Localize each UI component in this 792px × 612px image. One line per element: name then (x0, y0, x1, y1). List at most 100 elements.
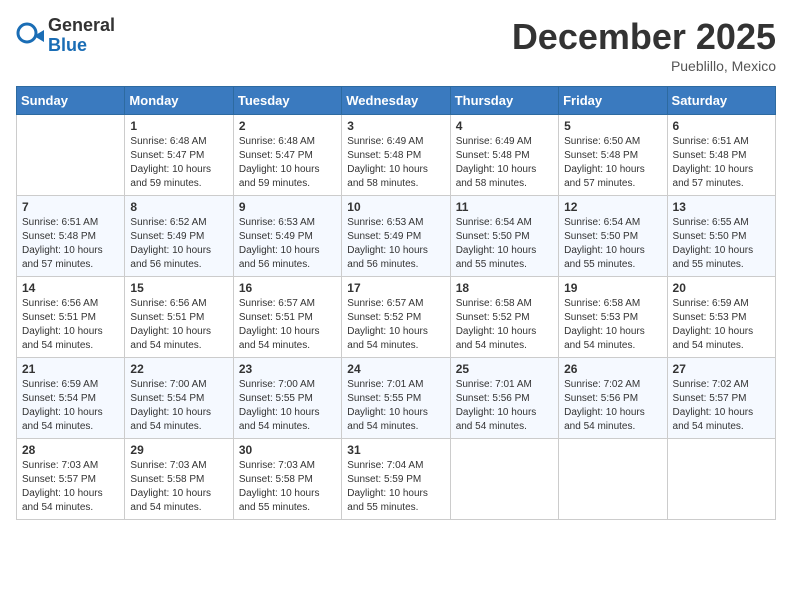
calendar-cell: 23Sunrise: 7:00 AM Sunset: 5:55 PM Dayli… (233, 358, 341, 439)
calendar-cell: 20 Sunrise: 6:59 AM Sunset: 5:53 PM Dayli… (667, 277, 775, 358)
day-number: 20 (673, 281, 770, 295)
calendar-cell: 9Sunrise: 6:53 AM Sunset: 5:49 PM Daylig… (233, 196, 341, 277)
calendar-week-3: 21Sunrise: 6:59 AM Sunset: 5:54 PM Dayli… (17, 358, 776, 439)
day-content: Sunrise: 6:48 AM Sunset: 5:47 PM Dayligh… (239, 135, 336, 191)
day-number: 16 (239, 281, 336, 295)
day-number: 26 (564, 362, 661, 376)
calendar-week-2: 14 Sunrise: 6:56 AM Sunset: 5:51 PM Dayli… (17, 277, 776, 358)
calendar-table: SundayMondayTuesdayWednesdayThursdayFrid… (16, 86, 776, 520)
logo: General Blue (16, 16, 115, 56)
day-content: Sunrise: 7:02 AM Sunset: 5:57 PM Dayligh… (673, 378, 770, 434)
calendar-cell: 1 Sunrise: 6:48 AM Sunset: 5:47 PM Daylig… (125, 115, 233, 196)
calendar-cell: 28 Sunrise: 7:03 AM Sunset: 5:57 PM Dayli… (17, 439, 125, 520)
logo-blue: Blue (48, 36, 115, 56)
day-number: 24 (347, 362, 444, 376)
day-content: Sunrise: 6:49 AM Sunset: 5:48 PM Dayligh… (347, 135, 444, 191)
calendar-cell: 4 Sunrise: 6:49 AM Sunset: 5:48 PM Daylig… (450, 115, 558, 196)
calendar-header-sunday: Sunday (17, 87, 125, 115)
calendar-header-row: SundayMondayTuesdayWednesdayThursdayFrid… (17, 87, 776, 115)
calendar-cell: 27Sunrise: 7:02 AM Sunset: 5:57 PM Dayli… (667, 358, 775, 439)
calendar-cell: 22Sunrise: 7:00 AM Sunset: 5:54 PM Dayli… (125, 358, 233, 439)
day-number: 18 (456, 281, 553, 295)
calendar-cell: 29 Sunrise: 7:03 AM Sunset: 5:58 PM Dayli… (125, 439, 233, 520)
calendar-cell: 3 Sunrise: 6:49 AM Sunset: 5:48 PM Daylig… (342, 115, 450, 196)
day-content: Sunrise: 6:51 AM Sunset: 5:48 PM Dayligh… (22, 216, 119, 272)
day-number: 2 (239, 119, 336, 133)
day-content: Sunrise: 6:50 AM Sunset: 5:48 PM Dayligh… (564, 135, 661, 191)
calendar-cell: 8Sunrise: 6:52 AM Sunset: 5:49 PM Daylig… (125, 196, 233, 277)
day-content: Sunrise: 6:48 AM Sunset: 5:47 PM Dayligh… (130, 135, 227, 191)
day-number: 12 (564, 200, 661, 214)
day-content: Sunrise: 6:55 AM Sunset: 5:50 PM Dayligh… (673, 216, 770, 272)
calendar-header-thursday: Thursday (450, 87, 558, 115)
day-content: Sunrise: 6:57 AM Sunset: 5:51 PM Dayligh… (239, 297, 336, 353)
day-content: Sunrise: 6:52 AM Sunset: 5:49 PM Dayligh… (130, 216, 227, 272)
day-content: Sunrise: 7:02 AM Sunset: 5:56 PM Dayligh… (564, 378, 661, 434)
day-number: 1 (130, 119, 227, 133)
day-content: Sunrise: 6:56 AM Sunset: 5:51 PM Dayligh… (130, 297, 227, 353)
day-number: 11 (456, 200, 553, 214)
day-number: 30 (239, 443, 336, 457)
day-number: 3 (347, 119, 444, 133)
day-number: 4 (456, 119, 553, 133)
day-content: Sunrise: 7:01 AM Sunset: 5:55 PM Dayligh… (347, 378, 444, 434)
page-header: General Blue December 2025 Pueblillo, Me… (16, 16, 776, 74)
calendar-cell: 17 Sunrise: 6:57 AM Sunset: 5:52 PM Dayli… (342, 277, 450, 358)
day-content: Sunrise: 7:03 AM Sunset: 5:57 PM Dayligh… (22, 459, 119, 515)
day-number: 14 (22, 281, 119, 295)
calendar-cell: 19 Sunrise: 6:58 AM Sunset: 5:53 PM Dayli… (559, 277, 667, 358)
month-title: December 2025 (512, 16, 776, 58)
day-content: Sunrise: 7:04 AM Sunset: 5:59 PM Dayligh… (347, 459, 444, 515)
day-number: 29 (130, 443, 227, 457)
day-number: 28 (22, 443, 119, 457)
calendar-week-0: 1 Sunrise: 6:48 AM Sunset: 5:47 PM Daylig… (17, 115, 776, 196)
calendar-cell: 14 Sunrise: 6:56 AM Sunset: 5:51 PM Dayli… (17, 277, 125, 358)
calendar-cell (559, 439, 667, 520)
calendar-cell: 24 Sunrise: 7:01 AM Sunset: 5:55 PM Dayli… (342, 358, 450, 439)
day-number: 10 (347, 200, 444, 214)
day-content: Sunrise: 6:59 AM Sunset: 5:54 PM Dayligh… (22, 378, 119, 434)
day-number: 17 (347, 281, 444, 295)
day-content: Sunrise: 6:54 AM Sunset: 5:50 PM Dayligh… (564, 216, 661, 272)
calendar-cell: 7 Sunrise: 6:51 AM Sunset: 5:48 PM Daylig… (17, 196, 125, 277)
logo-general: General (48, 16, 115, 36)
calendar-cell: 31 Sunrise: 7:04 AM Sunset: 5:59 PM Dayli… (342, 439, 450, 520)
day-number: 31 (347, 443, 444, 457)
day-number: 7 (22, 200, 119, 214)
day-number: 25 (456, 362, 553, 376)
day-content: Sunrise: 6:56 AM Sunset: 5:51 PM Dayligh… (22, 297, 119, 353)
day-number: 15 (130, 281, 227, 295)
day-number: 9 (239, 200, 336, 214)
day-content: Sunrise: 6:49 AM Sunset: 5:48 PM Dayligh… (456, 135, 553, 191)
calendar-cell: 6 Sunrise: 6:51 AM Sunset: 5:48 PM Daylig… (667, 115, 775, 196)
calendar-cell: 2 Sunrise: 6:48 AM Sunset: 5:47 PM Daylig… (233, 115, 341, 196)
day-content: Sunrise: 6:57 AM Sunset: 5:52 PM Dayligh… (347, 297, 444, 353)
day-content: Sunrise: 7:00 AM Sunset: 5:55 PM Dayligh… (239, 378, 336, 434)
logo-text: General Blue (48, 16, 115, 56)
calendar-cell: 26 Sunrise: 7:02 AM Sunset: 5:56 PM Dayli… (559, 358, 667, 439)
day-content: Sunrise: 6:58 AM Sunset: 5:53 PM Dayligh… (564, 297, 661, 353)
day-content: Sunrise: 6:53 AM Sunset: 5:49 PM Dayligh… (347, 216, 444, 272)
day-content: Sunrise: 7:03 AM Sunset: 5:58 PM Dayligh… (130, 459, 227, 515)
day-content: Sunrise: 6:51 AM Sunset: 5:48 PM Dayligh… (673, 135, 770, 191)
logo-icon (16, 22, 44, 50)
calendar-header-monday: Monday (125, 87, 233, 115)
calendar-cell (450, 439, 558, 520)
calendar-cell: 10 Sunrise: 6:53 AM Sunset: 5:49 PM Dayli… (342, 196, 450, 277)
calendar-header-wednesday: Wednesday (342, 87, 450, 115)
calendar-week-4: 28 Sunrise: 7:03 AM Sunset: 5:57 PM Dayli… (17, 439, 776, 520)
calendar-cell: 25 Sunrise: 7:01 AM Sunset: 5:56 PM Dayli… (450, 358, 558, 439)
calendar-cell: 5 Sunrise: 6:50 AM Sunset: 5:48 PM Daylig… (559, 115, 667, 196)
day-content: Sunrise: 6:59 AM Sunset: 5:53 PM Dayligh… (673, 297, 770, 353)
calendar-cell: 11Sunrise: 6:54 AM Sunset: 5:50 PM Dayli… (450, 196, 558, 277)
day-number: 6 (673, 119, 770, 133)
day-content: Sunrise: 7:01 AM Sunset: 5:56 PM Dayligh… (456, 378, 553, 434)
calendar-cell: 30Sunrise: 7:03 AM Sunset: 5:58 PM Dayli… (233, 439, 341, 520)
calendar-cell: 18Sunrise: 6:58 AM Sunset: 5:52 PM Dayli… (450, 277, 558, 358)
day-number: 5 (564, 119, 661, 133)
calendar-header-saturday: Saturday (667, 87, 775, 115)
calendar-cell: 16 Sunrise: 6:57 AM Sunset: 5:51 PM Dayli… (233, 277, 341, 358)
location: Pueblillo, Mexico (512, 58, 776, 74)
day-number: 19 (564, 281, 661, 295)
title-area: December 2025 Pueblillo, Mexico (512, 16, 776, 74)
